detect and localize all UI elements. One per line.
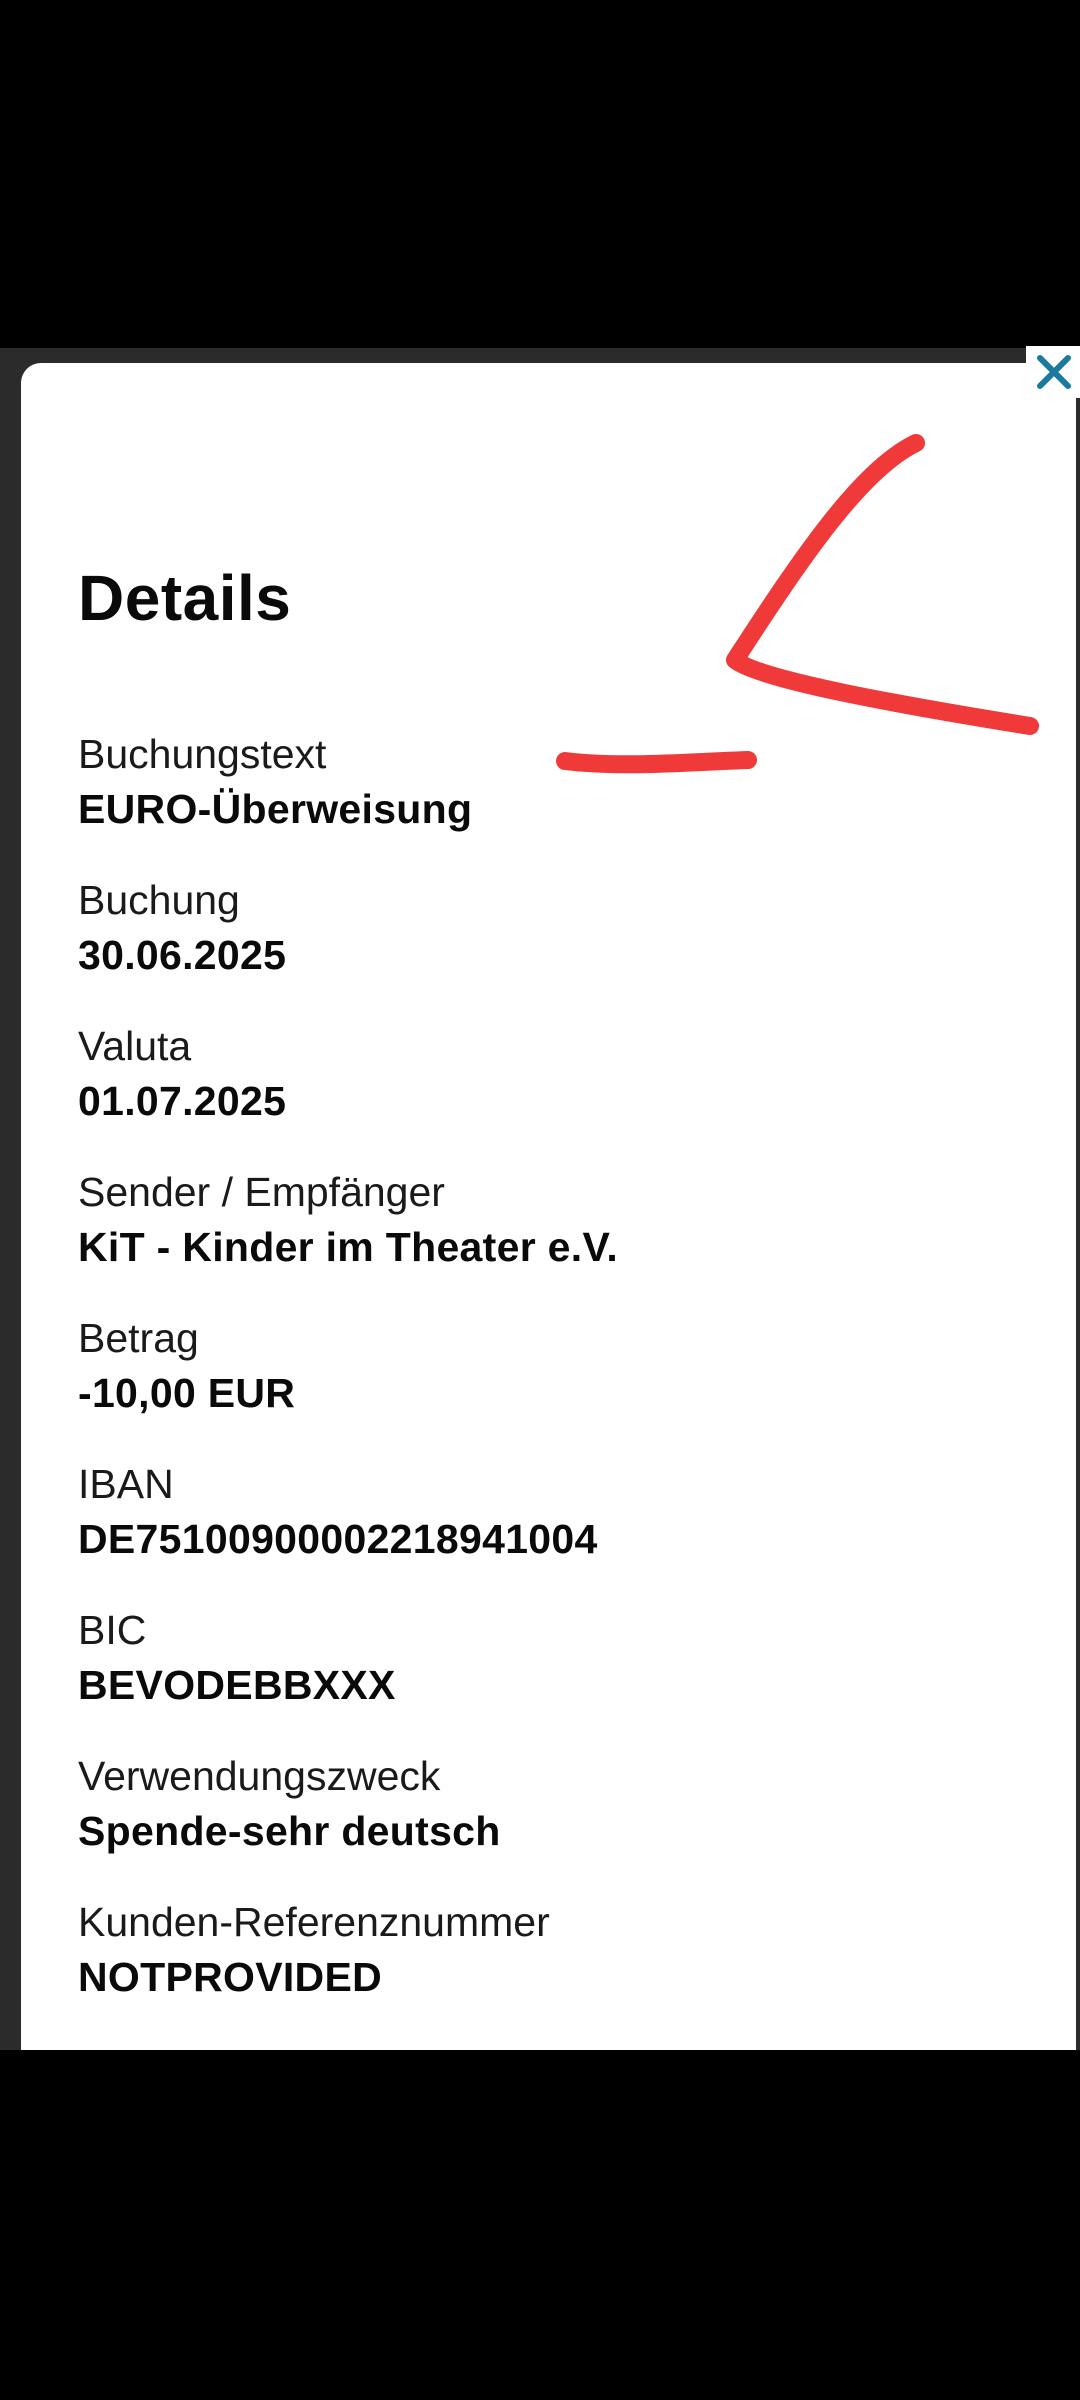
detail-label: Buchung [78, 877, 240, 923]
detail-label: Sender / Empfänger [78, 1169, 445, 1215]
details-sheet: Details Buchungstext EURO-Überweisung Bu… [21, 363, 1076, 2050]
detail-value: KiT - Kinder im Theater e.V. [78, 1224, 619, 1271]
detail-label: Verwendungszweck [78, 1753, 441, 1799]
detail-label: IBAN [78, 1461, 174, 1507]
detail-item-betrag: Betrag -10,00 EUR [78, 1314, 1038, 1460]
detail-item-buchung: Buchung 30.06.2025 [78, 876, 1038, 1022]
close-button[interactable] [1026, 346, 1080, 398]
page-title: Details [78, 562, 292, 634]
detail-value: Spende-sehr deutsch [78, 1808, 501, 1855]
detail-label: Valuta [78, 1023, 192, 1069]
detail-value: DE75100900002218941004 [78, 1516, 598, 1563]
details-list: Buchungstext EURO-Überweisung Buchung 30… [78, 730, 1038, 2044]
detail-label: Betrag [78, 1315, 199, 1361]
detail-item-valuta: Valuta 01.07.2025 [78, 1022, 1038, 1168]
detail-item-bic: BIC BEVODEBBXXX [78, 1606, 1038, 1752]
detail-label: Buchungstext [78, 731, 327, 777]
detail-item-buchungstext: Buchungstext EURO-Überweisung [78, 730, 1038, 876]
detail-label: BIC [78, 1607, 147, 1653]
detail-value: NOTPROVIDED [78, 1954, 382, 2001]
detail-label: Kunden-Referenznummer [78, 1899, 550, 1945]
detail-item-sender-empfaenger: Sender / Empfänger KiT - Kinder im Theat… [78, 1168, 1038, 1314]
detail-item-iban: IBAN DE75100900002218941004 [78, 1460, 1038, 1606]
detail-item-kunden-referenznummer: Kunden-Referenznummer NOTPROVIDED [78, 1898, 1038, 2044]
close-icon [1037, 355, 1071, 389]
detail-value: EURO-Überweisung [78, 786, 473, 833]
detail-item-verwendungszweck: Verwendungszweck Spende-sehr deutsch [78, 1752, 1038, 1898]
detail-value: 01.07.2025 [78, 1078, 287, 1125]
detail-value: -10,00 EUR [78, 1370, 296, 1417]
detail-value: 30.06.2025 [78, 932, 287, 979]
detail-value: BEVODEBBXXX [78, 1662, 396, 1709]
